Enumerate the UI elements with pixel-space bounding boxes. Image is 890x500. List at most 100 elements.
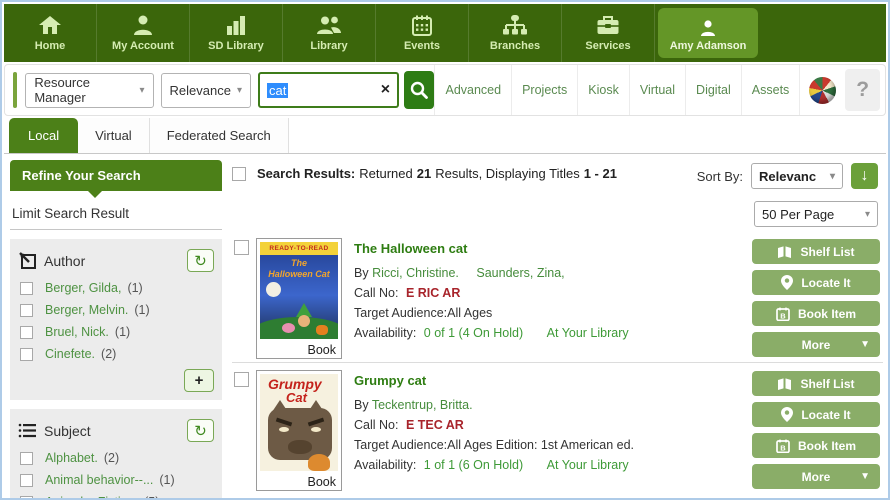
refresh-icon[interactable]: ↻ (187, 419, 214, 442)
booking-calendar-icon: B (776, 307, 790, 321)
facet-checkbox[interactable] (20, 282, 33, 295)
location-link[interactable]: At Your Library (547, 326, 629, 340)
author-link[interactable]: Teckentrup, Britta. (372, 398, 473, 412)
locate-it-button[interactable]: Locate It (752, 270, 880, 295)
link-assets[interactable]: Assets (741, 65, 801, 115)
sort-select[interactable]: Relevanc ▾ (751, 163, 843, 189)
link-projects[interactable]: Projects (511, 65, 577, 115)
location-link[interactable]: At Your Library (547, 458, 629, 472)
shelf-list-button[interactable]: Shelf List (752, 371, 880, 396)
tab-virtual[interactable]: Virtual (78, 118, 150, 153)
facet-checkbox[interactable] (20, 304, 33, 317)
refine-header-pointer (88, 191, 102, 198)
result-title-link[interactable]: Grumpy cat (354, 371, 634, 392)
search-bar: Resource Manager ▾ Relevance ▾ cat × Adv… (4, 64, 886, 116)
facet-checkbox[interactable] (20, 474, 33, 487)
facet-group-subject: Subject ↻ Alphabet. (2) Animal behavior-… (10, 409, 222, 500)
format-label: Book (308, 343, 337, 357)
facet-item[interactable]: Cinefete. (2) (20, 347, 212, 361)
tab-local[interactable]: Local (9, 118, 78, 153)
call-number: E TEC AR (406, 418, 464, 432)
more-button[interactable]: More ▼ (752, 464, 880, 489)
facet-item[interactable]: Animal behavior--... (1) (20, 473, 212, 487)
refresh-icon[interactable]: ↻ (187, 249, 214, 272)
chevron-down-icon: ▾ (830, 171, 835, 182)
nav-label: Events (404, 40, 440, 52)
book-item-button[interactable]: B Book Item (752, 301, 880, 326)
author-link[interactable]: Ricci, Christine. (372, 266, 459, 280)
nav-label: Home (35, 40, 66, 52)
book-cover[interactable]: Grumpy Cat Book (256, 370, 342, 491)
chevron-down-icon: ▾ (865, 209, 870, 220)
search-input[interactable]: cat × (258, 72, 399, 108)
facet-item[interactable]: Animals--Fiction. (5) (20, 495, 212, 500)
select-all-checkbox[interactable] (232, 167, 246, 181)
nav-item-events[interactable]: Events (376, 4, 469, 62)
clear-search-icon[interactable]: × (381, 82, 390, 98)
result-actions: Shelf List Locate It B Book Item More (752, 239, 880, 357)
link-kiosk[interactable]: Kiosk (577, 65, 629, 115)
facet-item[interactable]: Berger, Gilda, (1) (20, 281, 212, 295)
more-button[interactable]: More ▼ (752, 332, 880, 357)
result-title-link[interactable]: The Halloween cat (354, 239, 629, 260)
availability-value: 0 of 1 (4 On Hold) (424, 326, 523, 340)
search-query-selected-text: cat (267, 83, 288, 98)
chevron-down-icon: ▾ (139, 85, 144, 96)
sort-by-label: Sort By: (697, 169, 743, 184)
nav-label: Branches (490, 40, 540, 52)
result-checkbox[interactable] (234, 372, 249, 387)
user-icon (699, 15, 717, 37)
author-link[interactable]: Saunders, Zina, (476, 266, 564, 280)
books-icon (777, 377, 792, 390)
results-summary-title: Search Results: (257, 166, 355, 181)
search-target-select[interactable]: Resource Manager ▾ (25, 73, 153, 108)
link-virtual[interactable]: Virtual (629, 65, 685, 115)
book-item-button[interactable]: B Book Item (752, 433, 880, 458)
facet-more-row: + (18, 369, 214, 392)
facet-item[interactable]: Bruel, Nick. (1) (20, 325, 212, 339)
result-actions: Shelf List Locate It B Book Item More (752, 371, 880, 489)
search-target-value: Resource Manager (34, 75, 133, 105)
nav-label: Library (310, 40, 347, 52)
target-audience: Target Audience:All Ages Edition: 1st Am… (354, 435, 634, 455)
facet-group-title: Subject (44, 423, 91, 439)
nav-item-library[interactable]: Library (283, 4, 376, 62)
help-button[interactable]: ? (845, 69, 880, 111)
facet-checkbox[interactable] (20, 326, 33, 339)
refine-header: Refine Your Search (10, 160, 222, 191)
toolbox-icon (596, 14, 620, 36)
search-relevance-select[interactable]: Relevance ▾ (161, 73, 251, 108)
sort-direction-button[interactable]: ↓ (851, 163, 878, 189)
sort-controls: Sort By: Relevanc ▾ ↓ (697, 163, 878, 189)
facet-checkbox[interactable] (20, 348, 33, 361)
map-pin-icon (781, 407, 793, 422)
link-advanced[interactable]: Advanced (434, 65, 511, 115)
book-cover[interactable]: READY-TO-READ The Halloween Cat Book (256, 238, 342, 359)
result-checkbox[interactable] (234, 240, 249, 255)
locate-it-button[interactable]: Locate It (752, 402, 880, 427)
search-button[interactable] (404, 71, 434, 109)
nav-item-my-account[interactable]: My Account (97, 4, 190, 62)
nav-item-branches[interactable]: Branches (469, 4, 562, 62)
nav-item-user-account[interactable]: Amy Adamson (655, 4, 761, 62)
nav-item-home[interactable]: Home (4, 4, 97, 62)
facet-item[interactable]: Alphabet. (2) (20, 451, 212, 465)
facet-group-author: Author ↻ Berger, Gilda, (1) Berger, Melv… (10, 239, 222, 400)
author-icon (18, 251, 37, 270)
bar-chart-icon (225, 14, 247, 36)
language-globe-icon[interactable] (809, 77, 836, 104)
home-icon (38, 14, 62, 36)
search-accent-bar (13, 72, 17, 108)
chevron-down-icon: ▼ (860, 339, 870, 350)
link-digital[interactable]: Digital (685, 65, 741, 115)
nav-item-services[interactable]: Services (562, 4, 655, 62)
facet-checkbox[interactable] (20, 452, 33, 465)
expand-facet-button[interactable]: + (184, 369, 214, 392)
tab-federated-search[interactable]: Federated Search (150, 118, 289, 153)
calendar-icon (411, 14, 433, 36)
facet-item[interactable]: Berger, Melvin. (1) (20, 303, 212, 317)
facet-checkbox[interactable] (20, 496, 33, 500)
nav-item-sd-library[interactable]: SD Library (190, 4, 283, 62)
shelf-list-button[interactable]: Shelf List (752, 239, 880, 264)
per-page-select[interactable]: 50 Per Page ▾ (754, 201, 878, 227)
